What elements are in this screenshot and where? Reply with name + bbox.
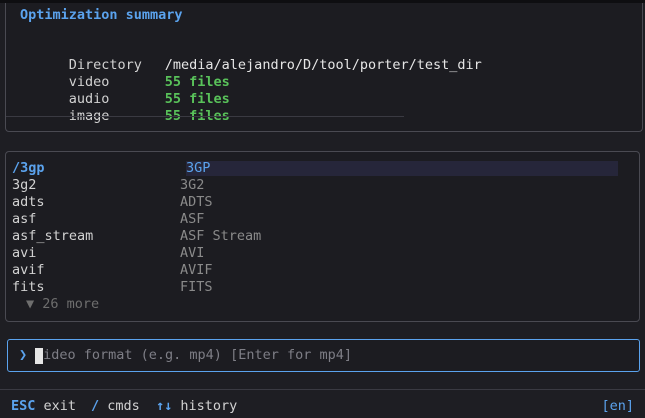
- hint-text: cmds: [107, 398, 140, 414]
- text-cursor: [35, 348, 43, 364]
- format-option-fits[interactable]: fits FITS: [12, 279, 618, 296]
- summary-title: Optimization summary: [20, 7, 183, 23]
- summary-divider: [6, 116, 404, 117]
- hint-key-slash: /: [91, 398, 100, 414]
- prompt-chevron-icon: ❯: [19, 347, 28, 363]
- video-format-input[interactable]: [35, 347, 625, 364]
- format-option-avif[interactable]: avif AVIF: [12, 262, 618, 279]
- format-code: asf: [12, 211, 37, 227]
- hint-commands: / cmds: [91, 398, 140, 415]
- hint-text: exit: [43, 398, 77, 414]
- summary-row-audio: audio 55 files: [20, 74, 230, 107]
- hint-key-esc: ESC: [11, 398, 36, 414]
- format-option-asf[interactable]: asf ASF: [12, 211, 618, 228]
- language-indicator[interactable]: [en]: [601, 398, 634, 415]
- history-arrows-icon: ↑↓: [156, 398, 173, 414]
- format-description: ASF Stream: [180, 228, 262, 244]
- format-description: FITS: [180, 279, 213, 295]
- format-description: 3GP: [186, 160, 211, 176]
- hint-history: ↑↓ history: [156, 398, 237, 415]
- status-bar: ESC exit / cmds ↑↓ history [en]: [0, 389, 645, 418]
- format-code: asf_stream: [12, 228, 94, 244]
- format-picker-list[interactable]: /3gp 3GP 3g2 3G2 adts ADTS asf ASF asf_s…: [5, 151, 640, 322]
- format-prompt-box[interactable]: ❯: [7, 339, 640, 372]
- format-description: ADTS: [180, 194, 213, 210]
- format-option-3gp[interactable]: /3gp 3GP: [12, 160, 618, 177]
- summary-row-video: video 55 files: [20, 57, 230, 90]
- format-description: ASF: [180, 211, 205, 227]
- selection-highlight: [186, 161, 618, 176]
- format-code: avi: [12, 245, 37, 261]
- format-code: adts: [12, 194, 45, 210]
- format-code: fits: [12, 279, 45, 295]
- format-option-asf-stream[interactable]: asf_stream ASF Stream: [12, 228, 618, 245]
- summary-row-image: image 55 files: [20, 91, 230, 124]
- format-description: 3G2: [180, 177, 205, 193]
- format-option-3g2[interactable]: 3g2 3G2: [12, 177, 618, 194]
- format-description: AVIF: [180, 262, 213, 278]
- format-option-adts[interactable]: adts ADTS: [12, 194, 618, 211]
- format-code: 3g2: [12, 177, 37, 193]
- terminal-app: Optimization summary Directory/media/ale…: [0, 0, 645, 418]
- hint-text: history: [180, 398, 238, 414]
- format-code: avif: [12, 262, 45, 278]
- summary-row-directory: Directory/media/alejandro/D/tool/porter/…: [20, 40, 482, 73]
- hint-exit: ESC exit: [11, 398, 76, 415]
- format-code: /3gp: [12, 160, 45, 176]
- format-option-avi[interactable]: avi AVI: [12, 245, 618, 262]
- more-options-indicator[interactable]: ▼ 26 more: [26, 296, 99, 313]
- format-description: AVI: [180, 245, 205, 261]
- optimization-summary-panel: Optimization summary Directory/media/ale…: [5, 3, 643, 132]
